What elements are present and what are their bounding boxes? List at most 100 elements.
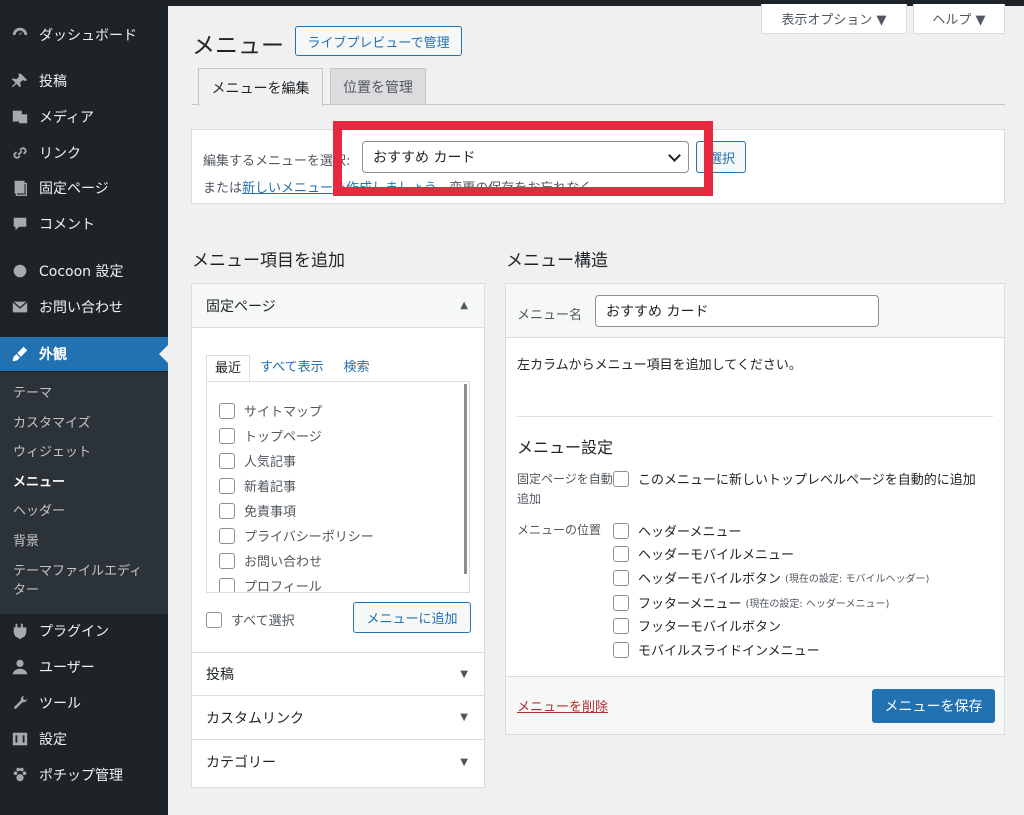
custom-links-accordion-header[interactable]: カスタムリンク ▼: [192, 696, 484, 740]
submenu-background[interactable]: 背景: [13, 532, 39, 552]
sidebar-item-pages[interactable]: 固定ページ: [0, 171, 168, 205]
location-name: モバイルスライドインメニュー: [638, 644, 820, 659]
accordion-title: 投稿: [206, 667, 234, 683]
submenu-customize[interactable]: カスタマイズ: [13, 414, 91, 434]
submenu-theme-editor[interactable]: テーマファイルエディ: [13, 562, 142, 582]
location-name: ヘッダーモバイルメニュー: [638, 548, 795, 563]
sidebar-item-pochipp[interactable]: ポチップ管理: [0, 758, 168, 792]
sidebar-item-label: 投稿: [39, 74, 67, 90]
select-all[interactable]: すべて選択: [206, 610, 295, 629]
menu-name-input[interactable]: おすすめ カード: [595, 295, 879, 327]
location-option[interactable]: ヘッダーメニュー: [613, 521, 741, 540]
page-title: メニュー: [192, 33, 284, 59]
sidebar-item-contact[interactable]: お問い合わせ: [0, 290, 168, 324]
sidebar-item-media[interactable]: メディア: [0, 100, 168, 134]
sidebar-item-dashboard[interactable]: ダッシュボード: [0, 18, 168, 52]
auto-add-checkbox[interactable]: [613, 470, 629, 487]
checkbox[interactable]: [613, 641, 629, 658]
delete-menu-link[interactable]: メニューを削除: [517, 696, 608, 715]
checkbox[interactable]: [219, 452, 235, 469]
list-item[interactable]: お問い合わせ: [219, 551, 322, 570]
select-all-label: すべて選択: [231, 614, 295, 629]
checkbox[interactable]: [219, 427, 235, 444]
checkbox[interactable]: [613, 617, 629, 634]
pages-icon: [10, 178, 30, 198]
paw-icon: [10, 765, 30, 785]
list-item[interactable]: トップページ: [219, 426, 322, 445]
divider: [517, 416, 993, 417]
sidebar-item-comments[interactable]: コメント: [0, 207, 168, 241]
sidebar-item-plugins[interactable]: プラグイン: [0, 614, 168, 648]
sidebar-item-settings[interactable]: 設定: [0, 722, 168, 756]
active-indicator: [159, 345, 168, 363]
submenu-themes[interactable]: テーマ: [13, 384, 52, 404]
checkbox[interactable]: [613, 569, 629, 586]
sidebar-item-label: メディア: [39, 110, 95, 126]
location-name: ヘッダーメニュー: [638, 525, 742, 540]
sidebar-item-links[interactable]: リンク: [0, 136, 168, 170]
list-item[interactable]: プロフィール: [219, 576, 322, 592]
save-menu-button[interactable]: メニューを保存: [872, 689, 995, 723]
list-item[interactable]: プライバシーポリシー: [219, 526, 374, 545]
menu-structure-heading: メニュー構造: [506, 251, 608, 271]
tab-edit-menus[interactable]: メニューを編集: [198, 68, 323, 106]
sidebar-item-users[interactable]: ユーザー: [0, 650, 168, 684]
sidebar-item-label: ツール: [39, 696, 81, 712]
submenu-widgets[interactable]: ウィジェット: [13, 443, 91, 463]
highlight-box: [333, 121, 713, 196]
location-option[interactable]: ヘッダーモバイルボタン (現在の設定: モバイルヘッダー): [613, 568, 929, 587]
checkbox[interactable]: [613, 522, 629, 539]
admin-sidebar: ダッシュボード 投稿 メディア リンク 固定ページ コメント Cocoon 設定…: [0, 0, 168, 815]
sidebar-item-cocoon[interactable]: Cocoon 設定: [0, 254, 168, 288]
tab-recent[interactable]: 最近: [206, 355, 251, 382]
list-item[interactable]: サイトマップ: [219, 401, 322, 420]
submenu-menus[interactable]: メニュー: [13, 473, 65, 493]
list-item[interactable]: 免責事項: [219, 501, 296, 520]
sidebar-item-appearance[interactable]: 外観: [0, 337, 168, 371]
list-item[interactable]: 新着記事: [219, 476, 296, 495]
link-icon: [10, 143, 30, 163]
checkbox[interactable]: [219, 402, 235, 419]
location-option[interactable]: フッターメニュー (現在の設定: ヘッダーメニュー): [613, 593, 889, 612]
checkbox[interactable]: [219, 577, 235, 592]
list-item[interactable]: 人気記事: [219, 451, 296, 470]
instruction-text: 左カラムからメニュー項目を追加してください。: [517, 358, 802, 373]
help-button[interactable]: ヘルプ ▼: [913, 4, 1005, 34]
sidebar-item-label: 設定: [39, 732, 67, 748]
checkbox[interactable]: [219, 502, 235, 519]
sidebar-item-tools[interactable]: ツール: [0, 686, 168, 720]
checkbox[interactable]: [219, 552, 235, 569]
categories-accordion-header[interactable]: カテゴリー ▼: [192, 740, 484, 784]
screen-options-button[interactable]: 表示オプション ▼: [761, 4, 907, 34]
live-preview-button[interactable]: ライブプレビューで管理: [295, 26, 462, 56]
sidebar-item-label: お問い合わせ: [39, 300, 123, 316]
submenu-header[interactable]: ヘッダー: [13, 502, 65, 522]
page-label: 免責事項: [244, 505, 297, 520]
expand-arrow-icon: ▼: [460, 712, 468, 723]
checkbox[interactable]: [613, 545, 629, 562]
tab-view-all[interactable]: すべて表示: [250, 355, 334, 382]
location-option[interactable]: ヘッダーモバイルメニュー: [613, 544, 794, 563]
user-icon: [10, 657, 30, 677]
add-to-menu-button[interactable]: メニューに追加: [353, 602, 471, 633]
page-label: プライバシーポリシー: [244, 530, 374, 545]
settings-icon: [10, 729, 30, 749]
checkbox[interactable]: [219, 477, 235, 494]
auto-add-option[interactable]: このメニューに新しいトップレベルページを自動的に追加: [613, 469, 976, 488]
sidebar-item-label: リンク: [39, 146, 81, 162]
pages-accordion-header[interactable]: 固定ページ ▲: [192, 284, 484, 328]
location-option[interactable]: モバイルスライドインメニュー: [613, 640, 820, 659]
tab-search[interactable]: 検索: [334, 355, 380, 382]
posts-accordion-header[interactable]: 投稿 ▼: [192, 652, 484, 696]
menu-structure-panel: メニュー名 おすすめ カード 左カラムからメニュー項目を追加してください。 メニ…: [505, 283, 1005, 735]
sidebar-item-posts[interactable]: 投稿: [0, 64, 168, 98]
menu-location-label: メニューの位置: [517, 523, 602, 537]
checkbox[interactable]: [219, 527, 235, 544]
tab-manage-locations[interactable]: 位置を管理: [330, 68, 426, 105]
select-all-checkbox[interactable]: [206, 611, 222, 628]
accordion-title: カスタムリンク: [206, 710, 304, 727]
checkbox[interactable]: [613, 594, 629, 611]
expand-arrow-icon: ▼: [460, 756, 468, 768]
checklist-scrollbar[interactable]: [464, 384, 467, 574]
location-option[interactable]: フッターモバイルボタン: [613, 616, 781, 635]
